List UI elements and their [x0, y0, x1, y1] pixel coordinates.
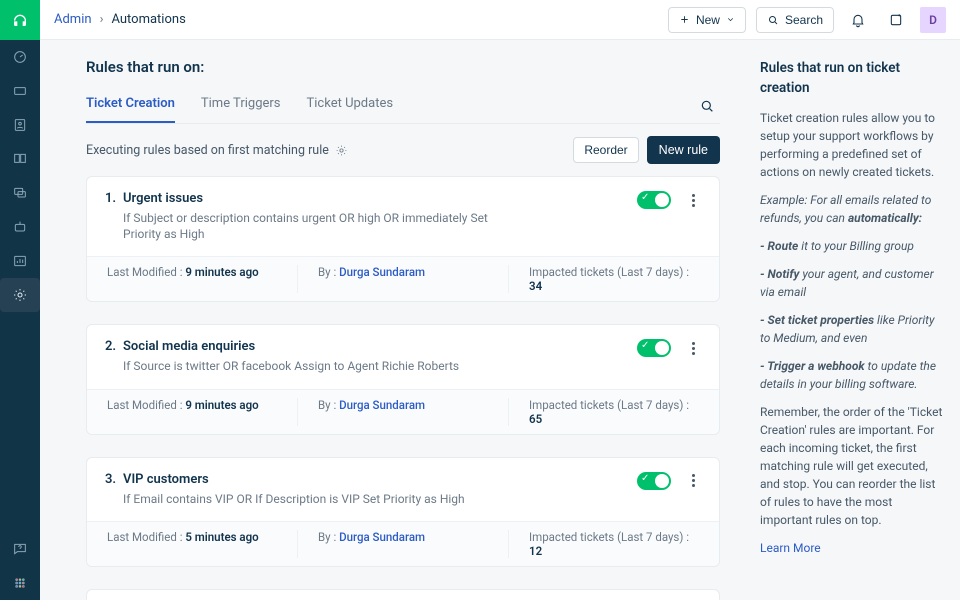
nav-dashboard-icon[interactable] — [0, 40, 40, 74]
rule-card: 1.Urgent issues If Subject or descriptio… — [86, 176, 720, 302]
author-link[interactable]: Durga Sundaram — [339, 530, 425, 544]
whatsnew-icon[interactable] — [882, 6, 910, 34]
meta-impacted: Impacted tickets (Last 7 days) : 12 — [509, 530, 719, 558]
search-button[interactable]: Search — [756, 7, 834, 33]
breadcrumb: Admin › Automations — [54, 12, 186, 27]
meta-modified: Last Modified : 5 minutes ago — [87, 530, 298, 558]
meta-impacted: Impacted tickets (Last 7 days) : 34 — [509, 265, 719, 293]
rule-menu-icon[interactable] — [685, 194, 701, 207]
nav-forums-icon[interactable] — [0, 176, 40, 210]
new-button[interactable]: New — [668, 7, 746, 33]
rule-card: 3.VIP customers If Email contains VIP OR… — [86, 457, 720, 567]
help-b1: - Route it to your Billing group — [760, 237, 944, 255]
page-title: Rules that run on: — [86, 58, 720, 76]
help-panel: Rules that run on ticket creation Ticket… — [760, 40, 960, 600]
nav-admin-icon[interactable] — [0, 278, 40, 312]
help-b4: - Trigger a webhook to update the detail… — [760, 357, 944, 393]
nav-help-icon[interactable] — [0, 532, 40, 566]
meta-impacted: Impacted tickets (Last 7 days) : 65 — [509, 398, 719, 426]
help-p3: Remember, the order of the 'Ticket Creat… — [760, 403, 944, 529]
gear-icon[interactable] — [335, 144, 348, 157]
help-b2: - Notify your agent, and customer via em… — [760, 265, 944, 301]
rule-title[interactable]: 1.Urgent issues — [105, 191, 637, 206]
rule-description: If Subject or description contains urgen… — [105, 210, 525, 242]
meta-by: By : Durga Sundaram — [298, 398, 509, 426]
nav-analytics-icon[interactable] — [0, 244, 40, 278]
rule-title[interactable]: 3.VIP customers — [105, 472, 637, 487]
notifications-icon[interactable] — [844, 6, 872, 34]
nav-bots-icon[interactable] — [0, 210, 40, 244]
nav-sidebar — [0, 0, 40, 600]
nav-solutions-icon[interactable] — [0, 142, 40, 176]
meta-by: By : Durga Sundaram — [298, 265, 509, 293]
author-link[interactable]: Durga Sundaram — [339, 398, 425, 412]
rule-card: 4.Trigger webhook- Add note If Priority … — [86, 589, 720, 600]
rule-title[interactable]: 2.Social media enquiries — [105, 339, 637, 354]
tab-ticket-updates[interactable]: Ticket Updates — [307, 88, 394, 123]
nav-apps-icon[interactable] — [0, 566, 40, 600]
nav-tickets-icon[interactable] — [0, 74, 40, 108]
help-example: Example: For all emails related to refun… — [760, 191, 944, 227]
rule-description: If Email contains VIP OR If Description … — [105, 491, 525, 507]
chevron-right-icon: › — [100, 12, 104, 27]
breadcrumb-current: Automations — [111, 12, 185, 27]
tab-time-triggers[interactable]: Time Triggers — [201, 88, 281, 123]
rule-card: 2.Social media enquiries If Source is tw… — [86, 324, 720, 434]
rule-toggle[interactable]: ✓ — [637, 191, 671, 209]
rule-menu-icon[interactable] — [685, 342, 701, 355]
meta-modified: Last Modified : 9 minutes ago — [87, 265, 298, 293]
tabs: Ticket Creation Time Triggers Ticket Upd… — [86, 88, 393, 123]
rule-menu-icon[interactable] — [685, 474, 701, 487]
rule-toggle[interactable]: ✓ — [637, 339, 671, 357]
search-rules-icon[interactable] — [694, 93, 720, 119]
help-p1: Ticket creation rules allow you to setup… — [760, 109, 944, 181]
help-title: Rules that run on ticket creation — [760, 58, 944, 99]
breadcrumb-parent[interactable]: Admin — [54, 12, 92, 27]
new-rule-button[interactable]: New rule — [647, 136, 720, 164]
tab-ticket-creation[interactable]: Ticket Creation — [86, 88, 175, 123]
rule-description: If Source is twitter OR facebook Assign … — [105, 358, 525, 374]
meta-modified: Last Modified : 9 minutes ago — [87, 398, 298, 426]
help-b3: - Set ticket properties like Priority to… — [760, 311, 944, 347]
topbar: Admin › Automations New Search D — [40, 0, 960, 40]
learn-more-link[interactable]: Learn More — [760, 541, 821, 555]
reorder-button[interactable]: Reorder — [573, 137, 638, 163]
avatar[interactable]: D — [920, 7, 946, 33]
rule-toggle[interactable]: ✓ — [637, 472, 671, 490]
execution-hint: Executing rules based on first matching … — [86, 143, 348, 158]
nav-contacts-icon[interactable] — [0, 108, 40, 142]
meta-by: By : Durga Sundaram — [298, 530, 509, 558]
brand-logo[interactable] — [0, 0, 40, 40]
author-link[interactable]: Durga Sundaram — [339, 265, 425, 279]
